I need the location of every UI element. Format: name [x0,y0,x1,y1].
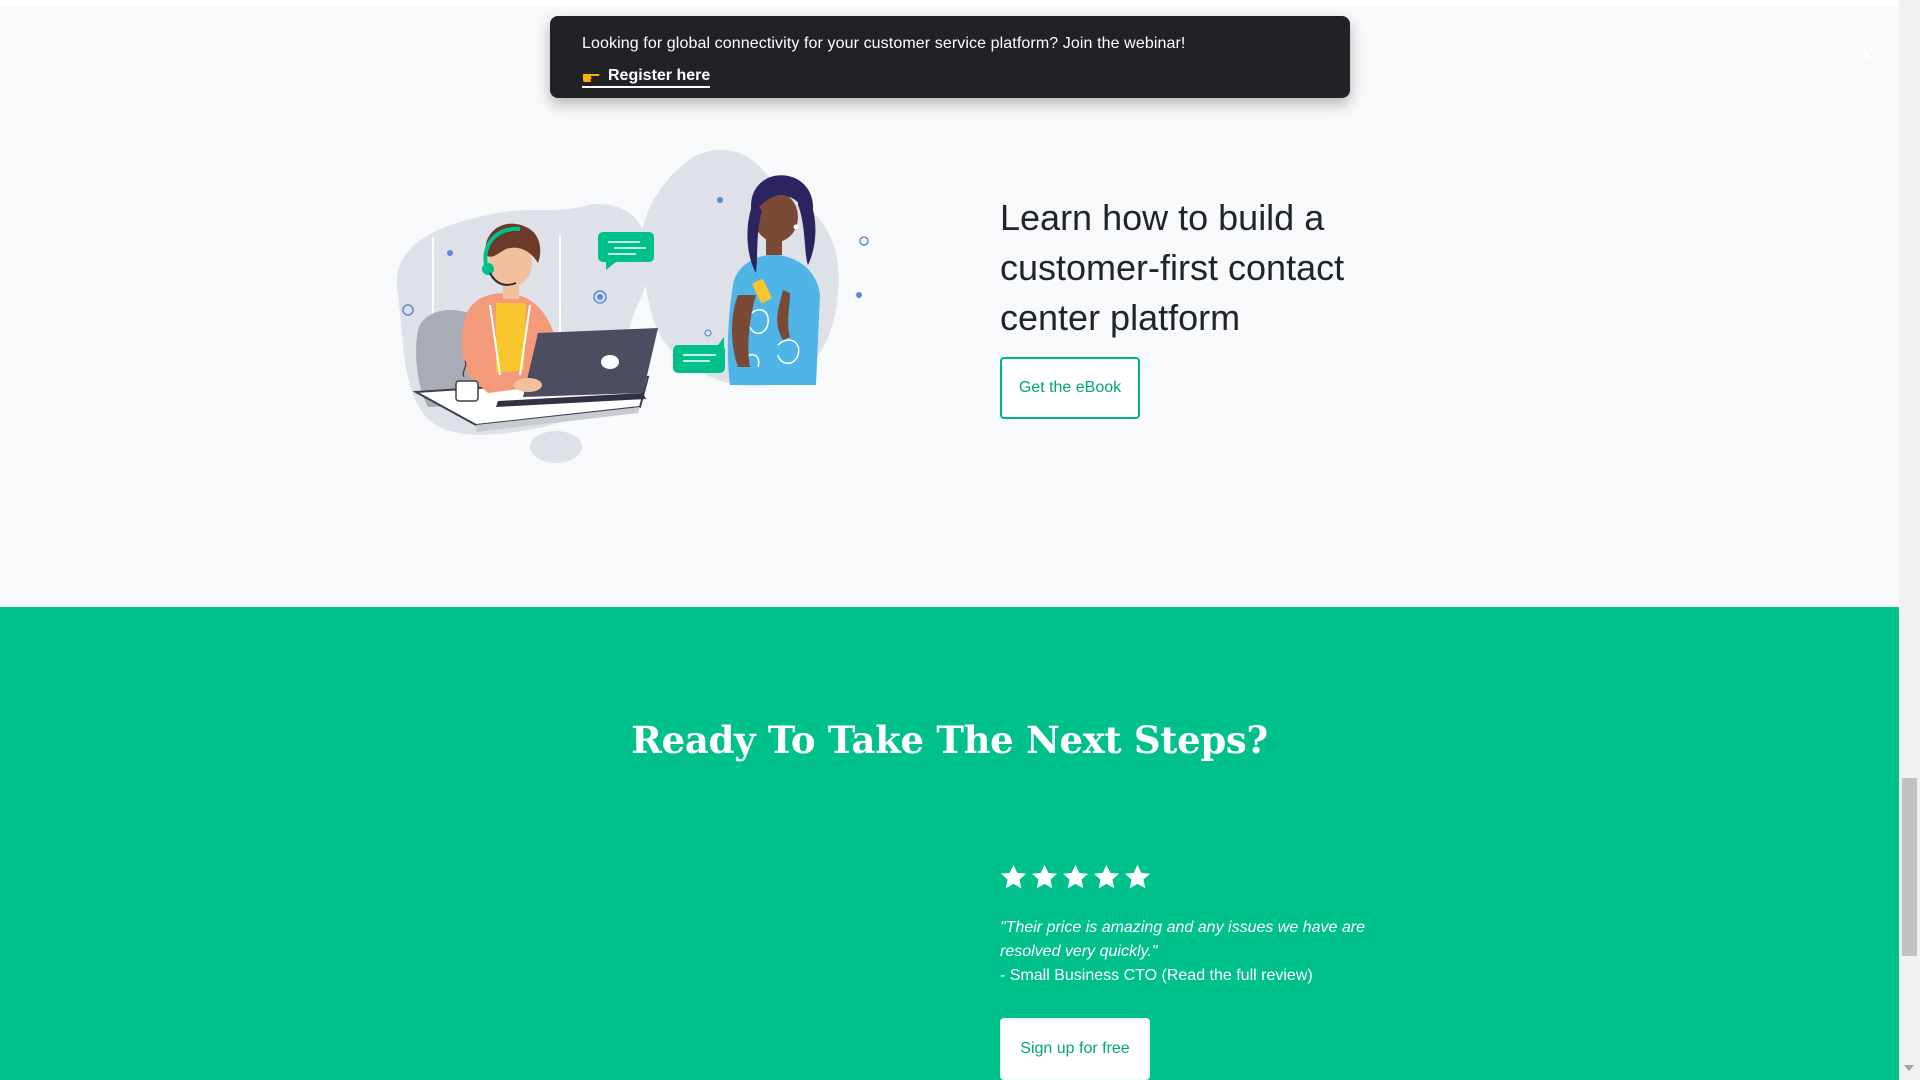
register-link[interactable]: Register here [582,67,711,88]
page: Learn how to build a customer-first cont… [0,0,1899,1080]
sign-up-button[interactable]: Sign up for free [1000,1018,1150,1080]
testimonial-quote: "Their price is amazing and any issues w… [1000,919,1365,960]
rating-stars [999,863,1152,892]
star-icon [1093,864,1120,889]
register-link-label: Register here [608,67,711,84]
testimonial-attribution[interactable]: - Small Business CTO (Read the full revi… [1000,964,1313,988]
close-icon[interactable] [1859,46,1875,62]
vertical-scrollbar[interactable] [1899,0,1920,1080]
star-icon [1000,864,1027,889]
scrollbar-thumb[interactable] [1902,778,1917,956]
cta-heading: Ready To Take The Next Steps? [631,718,1268,762]
star-icon [1062,864,1089,889]
star-icon [1031,864,1058,889]
contact-center-illustration [396,150,869,463]
cta-section [0,607,1899,1080]
webinar-banner: Looking for global connectivity for your… [550,16,1873,98]
scroll-down-arrow-icon[interactable] [1904,1065,1914,1071]
banner-text: Looking for global connectivity for your… [582,35,1186,52]
pointing-hand-icon [583,74,600,82]
star-icon [1124,864,1151,889]
promo-heading: Learn how to build a customer-first cont… [1000,197,1345,338]
get-ebook-button[interactable]: Get the eBook [1000,357,1140,419]
